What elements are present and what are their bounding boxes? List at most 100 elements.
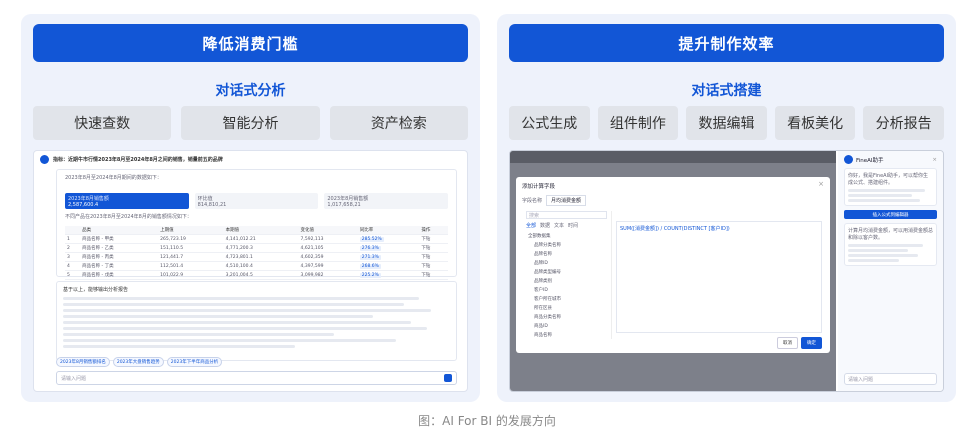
kpi-card[interactable]: 2023年8月销售额 2,587,600.4 bbox=[65, 193, 189, 209]
table-cell[interactable]: 下钻 bbox=[419, 261, 448, 271]
table-cell[interactable]: 下钻 bbox=[419, 243, 448, 253]
col-header: 操作 bbox=[419, 226, 448, 235]
tree-tabs: 全部 数据 文本 时间 bbox=[526, 222, 611, 229]
table-row: 3 商品名称 - 丙类 121,441.7 4,723,801.1 4,602,359 2… bbox=[65, 252, 448, 262]
assistant-greeting: 你好，我是FineAI助手，可以帮你生成公式、搭建组件。 bbox=[848, 173, 929, 186]
table-cell: 1 bbox=[65, 234, 81, 244]
left-panel: 降低消费门槛 对话式分析 快速查数 智能分析 资产检索 指标：近期牛市行情202… bbox=[21, 14, 480, 402]
right-banner: 提升制作效率 bbox=[509, 24, 944, 62]
table-cell: 268.6% bbox=[357, 261, 420, 271]
table-cell: 4,397,599 bbox=[298, 261, 358, 271]
pill-analysis-report[interactable]: 分析报告 bbox=[863, 106, 944, 140]
editor-topbar bbox=[510, 151, 836, 163]
pill-smart-analysis[interactable]: 智能分析 bbox=[181, 106, 320, 140]
kpi-value: 814,810,21 bbox=[197, 202, 227, 208]
tree-item[interactable]: 全部数据集 bbox=[526, 231, 611, 240]
field-tree: 搜索 全部 数据 文本 时间 全部数据集 品牌分类名称 品牌名称 品牌ID 品牌类型编号… bbox=[526, 211, 612, 339]
text-line bbox=[848, 194, 912, 197]
kpi-value: 1,017,658,21 bbox=[327, 202, 361, 208]
text-line bbox=[63, 309, 431, 312]
assistant-input-placeholder: 请输入问题 bbox=[848, 376, 874, 383]
col-header: 上期值 bbox=[158, 226, 224, 235]
cancel-button[interactable]: 取消 bbox=[777, 337, 798, 349]
suggestion-chip[interactable]: 2023年8月销售额排名 bbox=[56, 357, 110, 367]
kpi-label: 2023年8月销售额 bbox=[327, 196, 369, 202]
table-cell[interactable]: 下钻 bbox=[419, 252, 448, 262]
table-cell: 112,501.4 bbox=[158, 261, 224, 271]
table-cell: 276.3% bbox=[357, 243, 420, 253]
table-cell[interactable]: 下钻 bbox=[419, 234, 448, 244]
figure-caption: 图：AI For BI 的发展方向 bbox=[418, 414, 556, 428]
field-name-input[interactable]: 月均消费金额 bbox=[546, 195, 587, 206]
tree-item[interactable]: 商品名称 bbox=[526, 330, 611, 339]
formula-editor[interactable]: SUM([消费金额]) / COUNT(DISTINCT [客户ID]) bbox=[616, 221, 822, 333]
tree-item[interactable]: 品牌ID bbox=[526, 258, 611, 267]
table-row: 1 商品名称 - 甲类 265,723.19 4,141,012.21 7,592,11… bbox=[65, 234, 448, 244]
tree-item[interactable]: 品牌类别 bbox=[526, 276, 611, 285]
tree-tab[interactable]: 时间 bbox=[568, 222, 578, 229]
text-line bbox=[63, 321, 412, 324]
table-cell: 285.52% bbox=[357, 234, 420, 244]
text-line bbox=[63, 333, 334, 336]
col-header: 变化值 bbox=[298, 226, 358, 235]
tree-item[interactable]: 品牌类型编号 bbox=[526, 267, 611, 276]
table-cell: 商品名称 - 甲类 bbox=[80, 234, 159, 244]
confirm-button[interactable]: 确定 bbox=[801, 337, 822, 349]
analysis-title: 基于以上，能够输出分析报告 bbox=[63, 287, 129, 293]
tree-tab[interactable]: 全部 bbox=[526, 222, 536, 229]
pill-data-edit[interactable]: 数据编辑 bbox=[686, 106, 767, 140]
kpi-card[interactable]: 2023年8月销售额 1,017,658,21 bbox=[324, 193, 449, 209]
table-cell: 3,099,982 bbox=[298, 270, 358, 280]
tree-item[interactable]: 品牌分类名称 bbox=[526, 240, 611, 249]
text-line bbox=[848, 254, 918, 257]
suggestion-chips: 2023年8月销售额排名 2023年大盘销售趋势 2023年下半年商品分析 bbox=[56, 357, 223, 367]
text-line bbox=[63, 327, 427, 330]
tree-search-input[interactable]: 搜索 bbox=[526, 211, 607, 219]
table-cell: 4,723,801.1 bbox=[223, 252, 299, 262]
close-icon[interactable]: × bbox=[818, 180, 824, 188]
pill-quick-query[interactable]: 快速查数 bbox=[33, 106, 172, 140]
table-cell[interactable]: 下钻 bbox=[419, 270, 448, 280]
table-cell: 商品名称 - 戊类 bbox=[80, 270, 159, 280]
text-line bbox=[63, 315, 373, 318]
left-subhead: 对话式分析 bbox=[215, 83, 286, 99]
answer-intro: 2023年8月至2024年8月期间的数据如下： bbox=[65, 175, 162, 181]
text-line bbox=[63, 339, 396, 342]
table-cell: 2 bbox=[65, 243, 81, 253]
chat-input[interactable]: 请输入问题 bbox=[56, 371, 457, 385]
table-cell: 商品名称 - 乙类 bbox=[80, 243, 159, 253]
table-title: 不同产品在2023年8月至2024年8月的销售额情况如下： bbox=[65, 214, 192, 220]
table-body: 1 商品名称 - 甲类 265,723.19 4,141,012.21 7,592,11… bbox=[65, 234, 448, 280]
tree-item[interactable]: 商品分类名称 bbox=[526, 312, 611, 321]
text-line bbox=[848, 259, 899, 262]
assistant-input[interactable]: 请输入问题 bbox=[844, 373, 937, 385]
close-icon[interactable]: × bbox=[932, 157, 937, 163]
text-line bbox=[63, 345, 296, 348]
tree-search-placeholder: 搜索 bbox=[529, 212, 540, 219]
assistant-title: FineAI助手 bbox=[856, 157, 884, 164]
tree-tab[interactable]: 文本 bbox=[554, 222, 564, 229]
right-pills: 公式生成 组件制作 数据编辑 看板美化 分析报告 bbox=[509, 106, 944, 140]
table-cell: 101,022.9 bbox=[158, 270, 224, 280]
tree-item[interactable]: 品牌名称 bbox=[526, 249, 611, 258]
table-cell: 4,621,105 bbox=[298, 243, 358, 253]
pill-dashboard-beautify[interactable]: 看板美化 bbox=[774, 106, 856, 140]
pill-component-build[interactable]: 组件制作 bbox=[597, 106, 679, 140]
table-cell: 4,771,200.3 bbox=[223, 243, 299, 253]
kpi-value: 2,587,600.4 bbox=[68, 202, 99, 208]
kpi-card[interactable]: 环比值 814,810,21 bbox=[194, 193, 319, 209]
send-icon[interactable] bbox=[444, 374, 452, 382]
tree-item[interactable]: 客户所在城市 bbox=[526, 294, 611, 303]
pill-asset-search[interactable]: 资产检索 bbox=[329, 106, 468, 140]
tree-tab[interactable]: 数据 bbox=[540, 222, 550, 229]
tree-item[interactable]: 商品ID bbox=[526, 321, 611, 330]
table-row: 4 商品名称 - 丁类 112,501.4 4,510,100.4 4,397,599 2… bbox=[65, 261, 448, 271]
kpi-row: 2023年8月销售额 2,587,600.4 环比值 814,810,21 20… bbox=[65, 193, 449, 209]
pill-formula-gen[interactable]: 公式生成 bbox=[509, 106, 590, 140]
insert-formula-button[interactable]: 插入公式到编辑器 bbox=[844, 210, 937, 219]
suggestion-chip[interactable]: 2023年大盘销售趋势 bbox=[112, 357, 164, 367]
tree-item[interactable]: 所在区县 bbox=[526, 303, 611, 312]
text-line bbox=[848, 244, 923, 247]
tree-item[interactable]: 客户ID bbox=[526, 285, 611, 294]
suggestion-chip[interactable]: 2023年下半年商品分析 bbox=[166, 357, 223, 367]
